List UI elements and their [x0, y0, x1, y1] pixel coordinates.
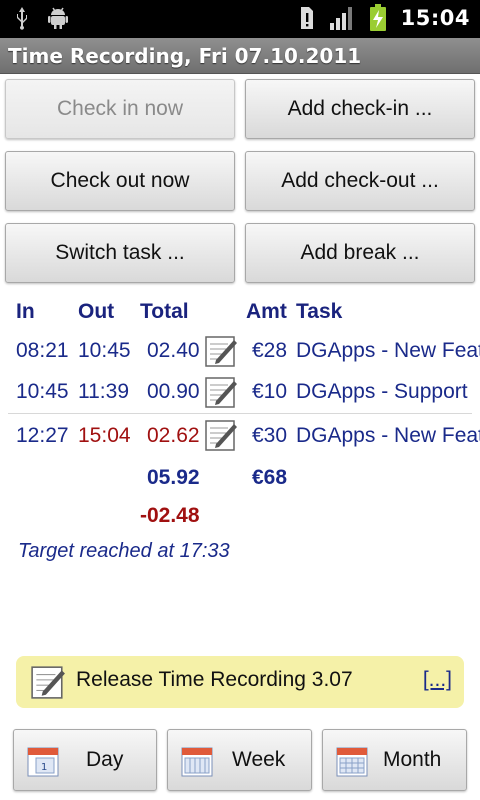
month-button[interactable]: Month [322, 729, 467, 791]
android-debug-icon [48, 7, 68, 29]
svg-text:1: 1 [41, 762, 47, 773]
check-out-label: Check out now [50, 169, 190, 192]
status-right: 15:04 [299, 4, 470, 32]
header-in: In [16, 300, 35, 323]
add-check-out-button[interactable]: Add check-out ... [245, 151, 475, 211]
row3-amt: €30 [252, 424, 288, 447]
add-check-in-button[interactable]: Add check-in ... [245, 79, 475, 139]
status-left [14, 6, 70, 30]
note-more-link[interactable]: [...] [423, 668, 452, 692]
month-label: Month [383, 748, 442, 771]
row3-in: 12:27 [16, 424, 69, 447]
row1-amt: €28 [252, 339, 288, 362]
edit-note-icon [31, 666, 65, 699]
row3-total: 02.62 [147, 424, 200, 447]
usb-icon [17, 7, 27, 30]
week-label: Week [232, 748, 286, 771]
status-bar: 15:04 [0, 0, 480, 38]
row3-task-clip: DGApps - New Feature [296, 424, 480, 450]
header-total: Total [140, 300, 189, 323]
row1-in: 08:21 [16, 339, 69, 362]
add-break-label: Add break ... [300, 241, 420, 264]
row3-out: 15:04 [78, 424, 131, 447]
edit-note-icon[interactable] [204, 418, 238, 452]
week-button[interactable]: Week [167, 729, 312, 791]
row1-total: 02.40 [147, 339, 200, 362]
battery-charging-icon [369, 4, 386, 31]
row1-task-clip: DGApps - New Feature [296, 339, 480, 365]
alert-icon [300, 7, 313, 29]
day-label: Day [86, 748, 124, 771]
header-task: Task [296, 300, 343, 323]
check-out-button[interactable]: Check out now [5, 151, 235, 211]
calendar-day-icon: 1 [27, 747, 59, 777]
page-title: Time Recording, Fri 07.10.2011 [8, 44, 362, 68]
signal-icon [329, 7, 352, 30]
edit-note-icon[interactable] [204, 375, 238, 409]
calendar-month-icon [336, 747, 368, 777]
row3-task: DGApps - New Feature [296, 424, 480, 447]
note-text: Release Time Recording 3.07 [76, 668, 353, 691]
add-check-in-label: Add check-in ... [287, 97, 433, 120]
row1-out: 10:45 [78, 339, 131, 362]
row2-total: 00.90 [147, 380, 200, 403]
target-status: Target reached at 17:33 [18, 540, 230, 562]
row2-out: 11:39 [78, 380, 129, 403]
sum-amount: €68 [252, 466, 288, 489]
check-in-label: Check in now [56, 97, 184, 120]
calendar-week-icon [181, 747, 213, 777]
day-button[interactable]: 1 Day [13, 729, 157, 791]
row2-task: DGApps - Support [296, 380, 468, 403]
switch-task-button[interactable]: Switch task ... [5, 223, 235, 283]
row2-task-clip: DGApps - Support [296, 380, 480, 406]
switch-task-label: Switch task ... [55, 241, 185, 264]
add-check-out-label: Add check-out ... [281, 169, 439, 192]
row1-task: DGApps - New Feature [296, 339, 480, 362]
title-bar: Time Recording, Fri 07.10.2011 [0, 38, 480, 74]
row2-in: 10:45 [16, 380, 69, 403]
header-amt: Amt [246, 300, 287, 323]
note-bar[interactable]: Release Time Recording 3.07 [...] [16, 656, 464, 708]
edit-note-icon[interactable] [204, 334, 238, 368]
row-divider [8, 413, 472, 414]
header-out: Out [78, 300, 115, 323]
sum-total: 05.92 [147, 466, 200, 489]
check-in-button[interactable]: Check in now [5, 79, 235, 139]
status-time: 15:04 [400, 6, 470, 30]
add-break-button[interactable]: Add break ... [245, 223, 475, 283]
remaining-time: -02.48 [140, 504, 200, 527]
row2-amt: €10 [252, 380, 288, 403]
